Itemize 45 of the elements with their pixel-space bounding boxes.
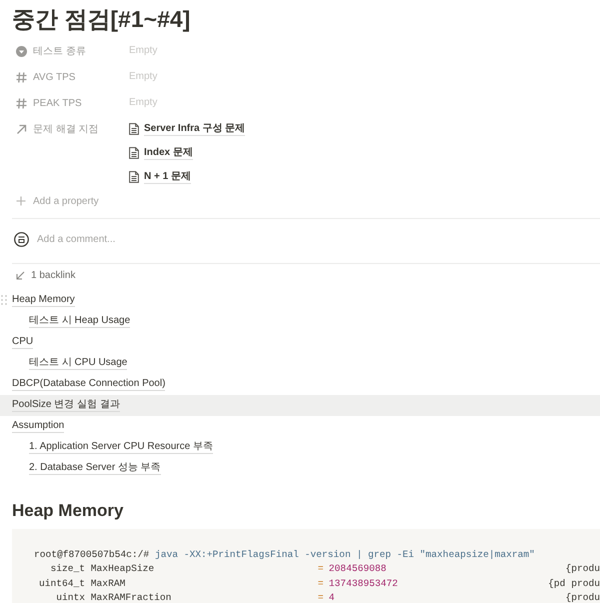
flag-type: uint64_t <box>38 578 85 589</box>
flag-origin: {pd produ <box>548 578 600 589</box>
equals-sign: = <box>318 563 325 574</box>
hash-icon <box>16 72 27 82</box>
flag-value: 4 <box>328 592 336 603</box>
flag-name: MaxHeapSize <box>90 563 156 574</box>
document-icon <box>129 123 139 135</box>
dropdown-icon <box>16 46 27 56</box>
flag-name: MaxRAM <box>90 578 126 589</box>
comment-field[interactable]: Add a comment... <box>37 234 237 244</box>
page-link[interactable]: N + 1 문제 <box>144 170 191 184</box>
toc-link[interactable]: Heap Memory <box>12 294 75 307</box>
page-link[interactable]: Index 문제 <box>144 146 193 160</box>
shell-prompt: root@f8700507b54c:/# <box>34 548 150 560</box>
toc-link[interactable]: 테스트 시 Heap Usage <box>29 315 130 328</box>
document-icon <box>129 171 139 183</box>
page-link[interactable]: Server Infra 구성 문제 <box>144 122 246 136</box>
equals-sign: = <box>318 592 325 603</box>
equals-sign: = <box>318 578 325 589</box>
toc-link[interactable]: 1. Application Server CPU Resource 부족 <box>29 441 213 454</box>
arrow-up-right-icon <box>16 124 27 134</box>
hash-icon <box>16 98 27 108</box>
backlinks-link[interactable]: 1 backlink <box>31 270 76 280</box>
shell-command: java -XX:+PrintFlagsFinal -version | grep -Ei "maxheapsize|maxram" <box>154 548 535 560</box>
toc-link[interactable]: PoolSize 변경 실험 결과 <box>12 399 120 412</box>
document-icon <box>129 147 139 159</box>
flag-value: 137438953472 <box>328 578 399 589</box>
flag-origin: {produ <box>565 563 600 574</box>
toc-link[interactable]: 2. Database Server 성능 부족 <box>29 462 161 475</box>
toc-link[interactable]: Assumption <box>12 420 64 433</box>
flag-name: MaxRAMFraction <box>90 592 172 603</box>
section-heading: Heap Memory <box>11 500 124 522</box>
toc-link[interactable]: DBCP(Database Connection Pool) <box>12 378 166 391</box>
drag-handle-icon[interactable] <box>1 295 7 305</box>
page-title: 중간 점검[#1~#4] <box>11 5 192 34</box>
arrow-down-left-icon <box>16 270 25 280</box>
plus-icon <box>16 196 26 206</box>
flag-value: 2084569088 <box>328 563 388 574</box>
flag-origin: {produ <box>565 592 600 603</box>
highlighted-row[interactable]: PoolSize 변경 실험 결과 <box>0 395 600 416</box>
flag-type: size_t <box>49 563 85 574</box>
toc-link[interactable]: 테스트 시 CPU Usage <box>29 357 128 370</box>
toc-link[interactable]: CPU <box>12 336 34 349</box>
avatar-icon <box>14 232 29 246</box>
flag-type: uintx <box>55 592 85 603</box>
